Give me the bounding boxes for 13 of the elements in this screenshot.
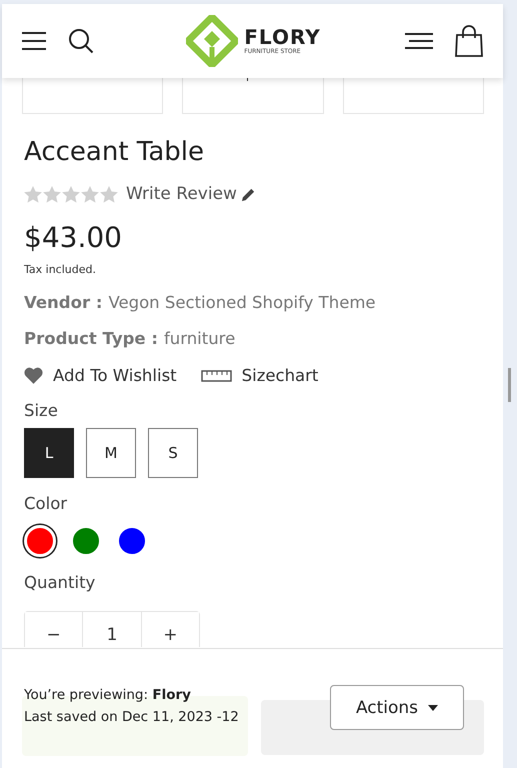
preview-status: You’re previewing: Flory bbox=[24, 687, 192, 703]
detail-label: Vendor : bbox=[24, 293, 102, 312]
tax-note: Tax included. bbox=[24, 263, 97, 276]
color-label: Color bbox=[24, 494, 68, 513]
last-saved-text: Last saved on Dec 11, 2023 -12 bbox=[24, 709, 239, 725]
detail-label: Product Type : bbox=[24, 329, 158, 348]
size-label: Size bbox=[24, 401, 59, 420]
logo-name: FLORY bbox=[244, 26, 321, 48]
quantity-label: Quantity bbox=[24, 573, 96, 592]
product-title: Acceant Table bbox=[24, 136, 206, 169]
detail-value: Vegon Sectioned Shopify Theme bbox=[108, 293, 376, 312]
detail-value: furniture bbox=[164, 329, 236, 348]
price: $43.00 bbox=[24, 220, 123, 256]
